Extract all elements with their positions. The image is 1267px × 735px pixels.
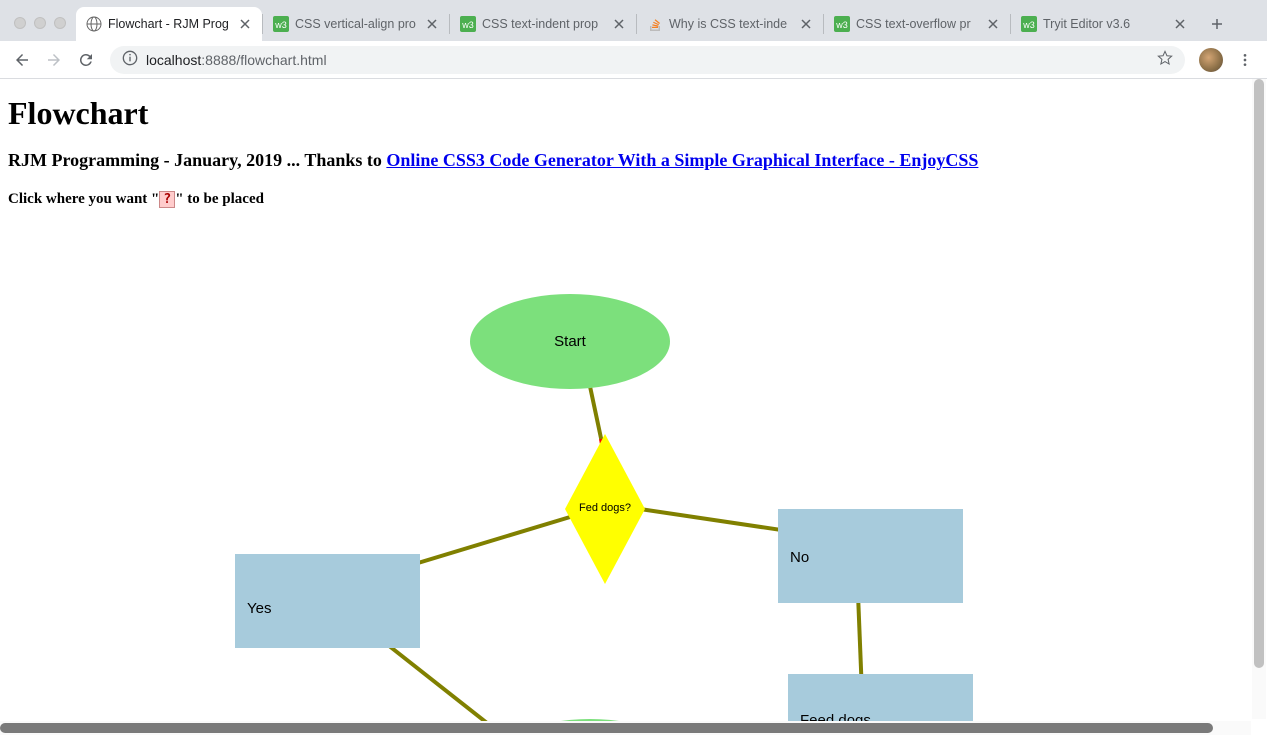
forward-button[interactable] [40,46,68,74]
globe-icon [86,16,102,32]
w3schools-icon: w3 [834,16,850,32]
tab-css-text-indent[interactable]: w3 CSS text-indent prop [450,7,636,41]
tab-title: CSS text-indent prop [482,17,606,31]
window-minimize-icon[interactable] [34,17,46,29]
tab-title: CSS vertical-align pro [295,17,419,31]
node-label: Fed dogs? [579,502,631,515]
browser-tab-strip: Flowchart - RJM Prog w3 CSS vertical-ali… [0,0,1267,41]
w3schools-icon: w3 [460,16,476,32]
url-port: :8888 [201,52,236,68]
node-label: Yes [235,554,420,617]
vertical-scrollbar-thumb[interactable] [1254,79,1264,668]
browser-toolbar: localhost:8888/flowchart.html [0,41,1267,79]
window-controls [8,17,76,41]
reload-button[interactable] [72,46,100,74]
subtitle-prefix: RJM Programming - January, 2019 ... Than… [8,150,386,170]
flowchart-start-node[interactable]: Start [470,294,670,389]
w3schools-icon: w3 [273,16,289,32]
tab-stackoverflow[interactable]: Why is CSS text-inde [637,7,823,41]
bookmark-star-icon[interactable] [1157,50,1173,69]
tab-tryit-editor[interactable]: w3 Tryit Editor v3.6 [1011,7,1197,41]
horizontal-scrollbar-thumb[interactable] [0,723,1213,733]
address-bar[interactable]: localhost:8888/flowchart.html [110,46,1185,74]
flowchart-canvas[interactable]: Start Fed dogs? Yes No Feed dogs End [0,189,1250,729]
vertical-scrollbar[interactable] [1252,79,1266,719]
close-icon[interactable] [799,17,813,31]
close-icon[interactable] [238,17,252,31]
svg-text:w3: w3 [1022,20,1035,30]
connectors [0,189,1250,735]
url-host: localhost [146,52,201,68]
flowchart-yes-node[interactable]: Yes [235,554,420,648]
page-viewport: Flowchart RJM Programming - January, 201… [0,79,1267,735]
close-icon[interactable] [612,17,626,31]
tab-css-text-overflow[interactable]: w3 CSS text-overflow pr [824,7,1010,41]
tab-title: Flowchart - RJM Prog [108,17,232,31]
enjoycss-link[interactable]: Online CSS3 Code Generator With a Simple… [386,150,978,170]
node-label: No [778,509,963,566]
w3schools-icon: w3 [1021,16,1037,32]
page-subtitle: RJM Programming - January, 2019 ... Than… [8,150,1259,171]
flowchart-no-node[interactable]: No [778,509,963,603]
profile-avatar[interactable] [1199,48,1223,72]
tab-flowchart[interactable]: Flowchart - RJM Prog [76,7,262,41]
close-icon[interactable] [986,17,1000,31]
back-button[interactable] [8,46,36,74]
window-close-icon[interactable] [14,17,26,29]
tab-title: Tryit Editor v3.6 [1043,17,1167,31]
svg-text:w3: w3 [835,20,848,30]
tab-title: Why is CSS text-inde [669,17,793,31]
svg-text:w3: w3 [274,20,287,30]
horizontal-scrollbar[interactable] [0,721,1251,735]
new-tab-button[interactable] [1203,10,1231,38]
tab-title: CSS text-overflow pr [856,17,980,31]
url-text: localhost:8888/flowchart.html [146,52,1149,68]
page-content[interactable]: Flowchart RJM Programming - January, 201… [0,79,1267,216]
window-maximize-icon[interactable] [54,17,66,29]
svg-text:w3: w3 [461,20,474,30]
url-path: /flowchart.html [236,52,326,68]
stackoverflow-icon [647,16,663,32]
tabs-container: Flowchart - RJM Prog w3 CSS vertical-ali… [76,0,1267,41]
page-title: Flowchart [8,95,1259,132]
tab-css-vertical-align[interactable]: w3 CSS vertical-align pro [263,7,449,41]
flowchart-decision-node[interactable]: Fed dogs? [565,434,645,584]
close-icon[interactable] [425,17,439,31]
site-info-icon[interactable] [122,50,138,69]
menu-button[interactable] [1231,46,1259,74]
node-label: Start [554,333,586,350]
close-icon[interactable] [1173,17,1187,31]
